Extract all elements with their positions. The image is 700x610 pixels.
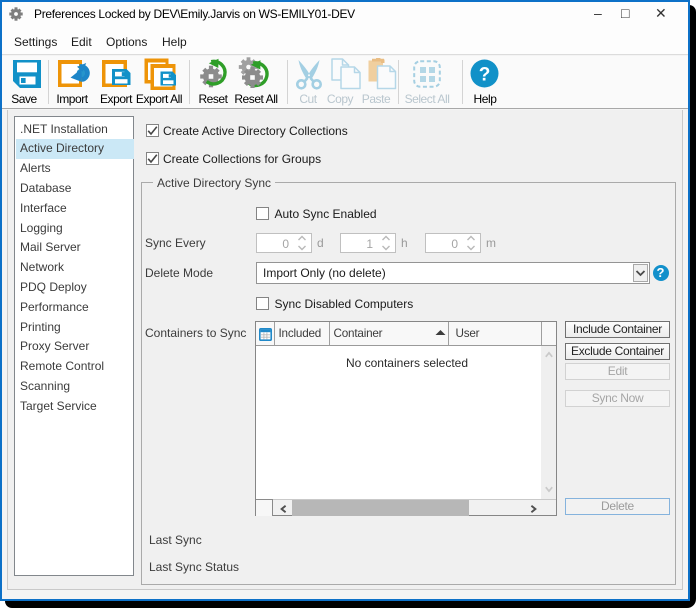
svg-text:?: ? bbox=[479, 65, 491, 86]
